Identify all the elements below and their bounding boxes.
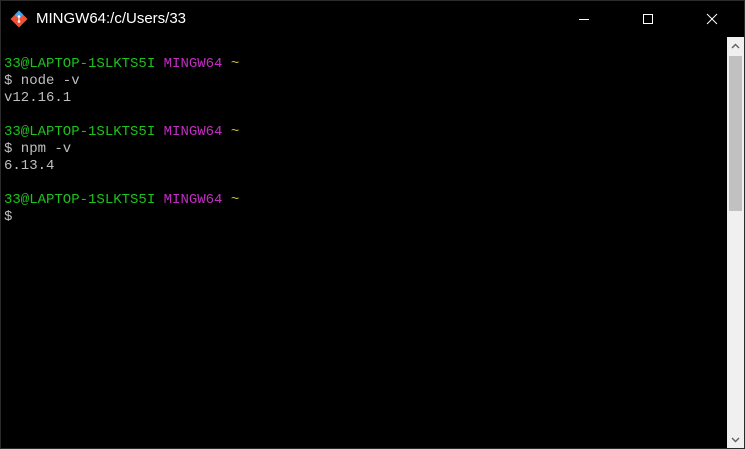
prompt-user-host: 33@LAPTOP-1SLKTS5I: [4, 56, 156, 72]
close-button[interactable]: [680, 1, 744, 37]
chevron-up-icon: [731, 43, 740, 48]
command-line: $ node -v: [4, 73, 80, 89]
prompt-line: 33@LAPTOP-1SLKTS5I MINGW64 ~: [4, 124, 727, 141]
prompt-directory: ~: [230, 56, 240, 72]
prompt-system: MINGW64: [163, 192, 223, 208]
prompt-system: MINGW64: [163, 124, 223, 140]
maximize-icon: [643, 14, 653, 24]
minimize-icon: [579, 19, 589, 20]
maximize-button[interactable]: [616, 1, 680, 37]
prompt-line: 33@LAPTOP-1SLKTS5I MINGW64 ~: [4, 192, 727, 209]
prompt-directory: ~: [230, 192, 240, 208]
window-title: MINGW64:/c/Users/33: [36, 10, 187, 27]
prompt-user-host: 33@LAPTOP-1SLKTS5I: [4, 192, 156, 208]
command-input-line[interactable]: $: [4, 209, 727, 226]
prompt-line: 33@LAPTOP-1SLKTS5I MINGW64 ~: [4, 56, 727, 73]
terminal-window: MINGW64:/c/Users/33 33@LAPTOP-1SLKTS5I M…: [0, 0, 745, 449]
prompt-directory: ~: [230, 124, 240, 140]
prompt-system: MINGW64: [163, 56, 223, 72]
command-output: v12.16.1: [4, 90, 72, 106]
chevron-down-icon: [731, 437, 740, 442]
scrollbar-thumb[interactable]: [729, 56, 742, 211]
scroll-up-button[interactable]: [727, 37, 744, 54]
command-line: $ npm -v: [4, 141, 72, 157]
close-icon: [706, 13, 718, 25]
git-icon: [10, 10, 28, 28]
title-bar[interactable]: MINGW64:/c/Users/33: [1, 1, 744, 37]
window-controls: [552, 1, 744, 37]
prompt-user-host: 33@LAPTOP-1SLKTS5I: [4, 124, 156, 140]
terminal-output[interactable]: 33@LAPTOP-1SLKTS5I MINGW64 ~ $ node -v v…: [1, 37, 727, 448]
minimize-button[interactable]: [552, 1, 616, 37]
scroll-down-button[interactable]: [727, 431, 744, 448]
command-output: 6.13.4: [4, 158, 55, 174]
vertical-scrollbar[interactable]: [727, 37, 744, 448]
